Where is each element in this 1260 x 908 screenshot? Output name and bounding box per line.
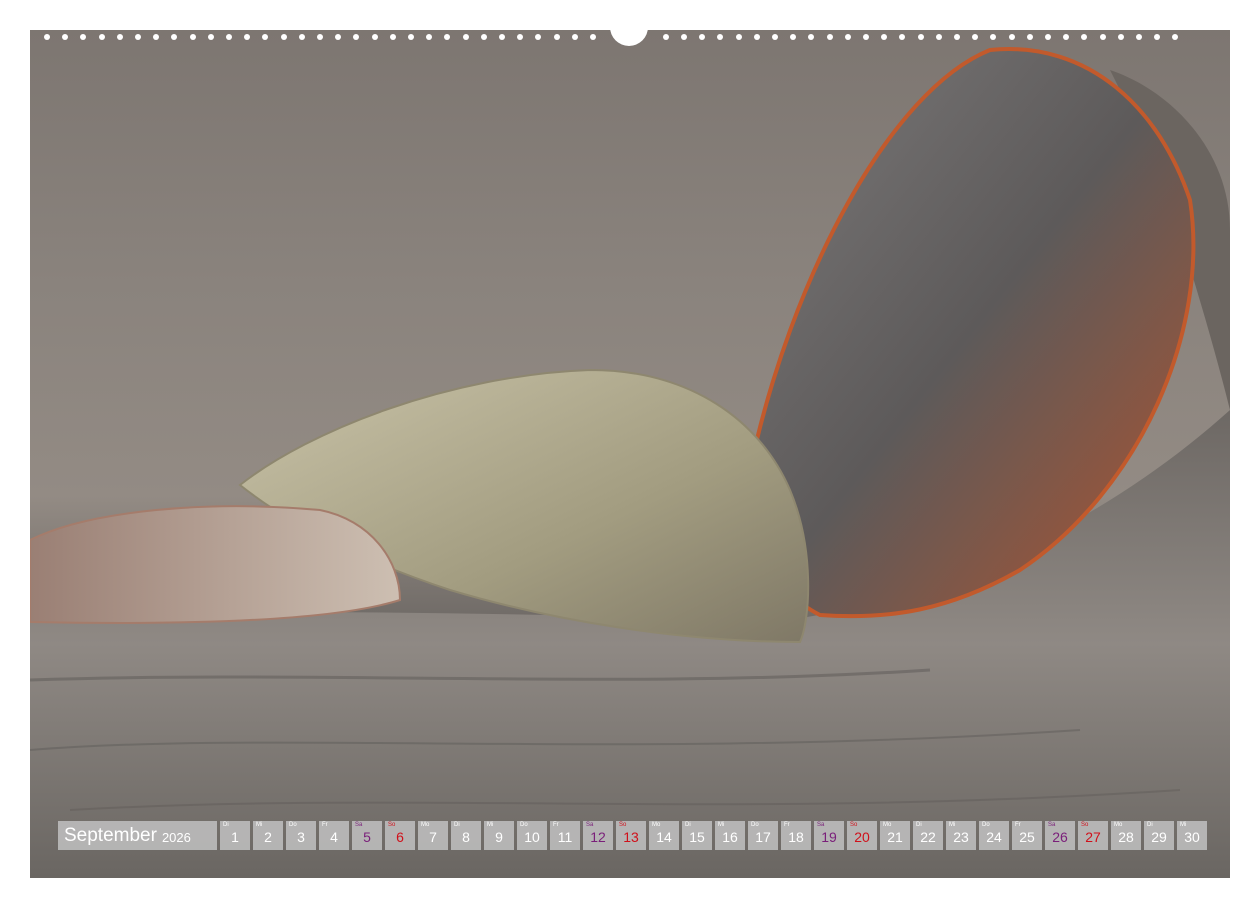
weekday-abbrev: Di — [454, 822, 460, 828]
weekday-abbrev: Fr — [553, 822, 559, 828]
day-number: 12 — [590, 829, 606, 845]
calendar-day: Mo 7 — [418, 821, 448, 850]
day-number: 26 — [1052, 829, 1068, 845]
weekday-abbrev: Mo — [1114, 822, 1123, 828]
calendar-day: So 20 — [847, 821, 877, 850]
small-pink-shell — [30, 505, 402, 624]
day-number: 13 — [623, 829, 639, 845]
day-number: 6 — [396, 829, 404, 845]
calendar-day: Di 15 — [682, 821, 712, 850]
weekday-abbrev: Mi — [718, 822, 725, 828]
calendar-day: Mi 16 — [715, 821, 745, 850]
day-number: 27 — [1085, 829, 1101, 845]
weekday-abbrev: Fr — [784, 822, 790, 828]
calendar-day: Do 17 — [748, 821, 778, 850]
day-number: 21 — [887, 829, 903, 845]
weekday-abbrev: Di — [223, 822, 229, 828]
weekday-abbrev: Mo — [421, 822, 430, 828]
calendar-day: So 6 — [385, 821, 415, 850]
day-number: 8 — [462, 829, 470, 845]
day-number: 14 — [656, 829, 672, 845]
weekday-abbrev: So — [619, 822, 627, 828]
weekday-abbrev: Mi — [487, 822, 494, 828]
day-number: 2 — [264, 829, 272, 845]
day-number: 10 — [524, 829, 540, 845]
day-number: 25 — [1019, 829, 1035, 845]
weekday-abbrev: So — [850, 822, 858, 828]
calendar-day: Mo 14 — [649, 821, 679, 850]
day-number: 15 — [689, 829, 705, 845]
calendar-day: Fr 4 — [319, 821, 349, 850]
calendar-day: Sa 26 — [1045, 821, 1075, 850]
day-number: 3 — [297, 829, 305, 845]
calendar-day: Mo 28 — [1111, 821, 1141, 850]
calendar-day: Sa 19 — [814, 821, 844, 850]
calendar-day: Fr 25 — [1012, 821, 1042, 850]
day-number: 7 — [429, 829, 437, 845]
month-name: September — [64, 824, 157, 846]
weekday-abbrev: Di — [1147, 822, 1153, 828]
day-number: 4 — [330, 829, 338, 845]
weekday-abbrev: Do — [289, 822, 297, 828]
weekday-abbrev: Sa — [355, 822, 363, 828]
weekday-abbrev: Mi — [1180, 822, 1187, 828]
calendar-day: Fr 11 — [550, 821, 580, 850]
weekday-abbrev: Mo — [652, 822, 661, 828]
calendar-day: Di 8 — [451, 821, 481, 850]
calendar-day: Fr 18 — [781, 821, 811, 850]
weekday-abbrev: So — [1081, 822, 1089, 828]
weekday-abbrev: Sa — [1048, 822, 1056, 828]
calendar-day: Mi 9 — [484, 821, 514, 850]
calendar-day: Sa 12 — [583, 821, 613, 850]
weekday-abbrev: Sa — [817, 822, 825, 828]
calendar-day: So 27 — [1078, 821, 1108, 850]
weekday-abbrev: Do — [982, 822, 990, 828]
calendar-day: Sa 5 — [352, 821, 382, 850]
weekday-abbrev: Mi — [256, 822, 263, 828]
calendar-day: Do 24 — [979, 821, 1009, 850]
day-number: 11 — [557, 829, 573, 845]
day-number: 5 — [363, 829, 371, 845]
day-number: 22 — [920, 829, 936, 845]
calendar-day: Do 10 — [517, 821, 547, 850]
weekday-abbrev: Do — [751, 822, 759, 828]
calendar-day: Mi 30 — [1177, 821, 1207, 850]
month-year: 2026 — [161, 829, 191, 845]
calendar-day: Mi 2 — [253, 821, 283, 850]
weekday-abbrev: Di — [685, 822, 691, 828]
shells-photo — [30, 30, 1230, 878]
day-number: 18 — [788, 829, 804, 845]
day-number: 30 — [1184, 829, 1200, 845]
weekday-abbrev: Fr — [1015, 822, 1021, 828]
day-number: 28 — [1118, 829, 1134, 845]
weekday-abbrev: Di — [916, 822, 922, 828]
day-number: 16 — [722, 829, 738, 845]
weekday-abbrev: So — [388, 822, 396, 828]
day-number: 24 — [986, 829, 1002, 845]
weekday-abbrev: Mi — [949, 822, 956, 828]
calendar-day: Do 3 — [286, 821, 316, 850]
calendar-day: So 13 — [616, 821, 646, 850]
day-number: 1 — [231, 829, 239, 845]
calendar-day: Di 22 — [913, 821, 943, 850]
calendar-day: Di 1 — [220, 821, 250, 850]
day-number: 17 — [755, 829, 771, 845]
month-label: September 2026 — [58, 821, 217, 850]
calendar-day: Mo 21 — [880, 821, 910, 850]
weekday-abbrev: Sa — [586, 822, 594, 828]
weekday-abbrev: Fr — [322, 822, 328, 828]
day-number: 9 — [495, 829, 503, 845]
calendar-day: Di 29 — [1144, 821, 1174, 850]
day-number: 29 — [1151, 829, 1167, 845]
weekday-abbrev: Mo — [883, 822, 892, 828]
calendar-day: Mi 23 — [946, 821, 976, 850]
weekday-abbrev: Do — [520, 822, 528, 828]
day-number: 20 — [854, 829, 870, 845]
day-number: 23 — [953, 829, 969, 845]
day-number: 19 — [821, 829, 837, 845]
calendar-strip: September 2026 Di 1 Mi 2 Do 3 Fr 4 Sa 5 So 6 Mo 7 Di 8 M… — [58, 821, 1207, 850]
shells-illustration — [30, 47, 1230, 878]
